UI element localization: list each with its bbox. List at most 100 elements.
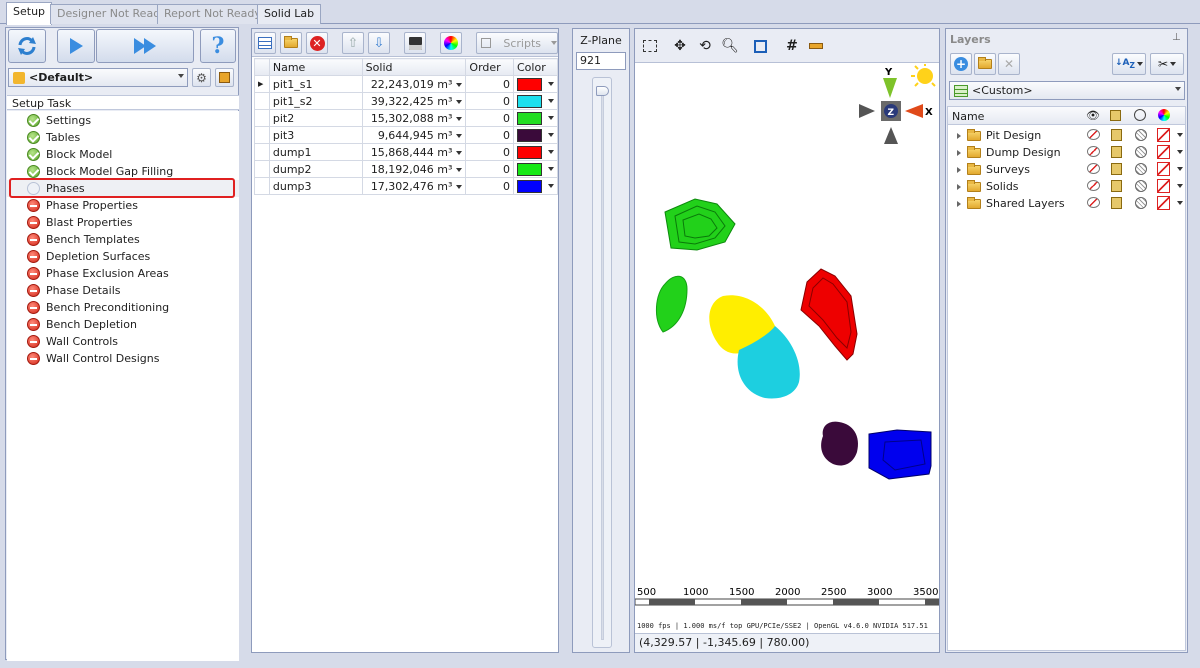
zoom-button[interactable]: 🔍︎ — [719, 35, 741, 57]
cell-color[interactable] — [513, 143, 558, 161]
chevron-down-icon[interactable] — [548, 184, 554, 189]
cell-order[interactable]: 0 — [465, 126, 514, 144]
task-phase-exclusion-areas[interactable]: Phase Exclusion Areas — [7, 265, 239, 282]
cell-solid[interactable]: 9,644,945 m³ — [361, 126, 467, 144]
lock-icon[interactable] — [1111, 197, 1122, 209]
rotate-button[interactable]: ⟲ — [694, 35, 716, 57]
run-button[interactable] — [57, 29, 95, 63]
chevron-down-icon[interactable] — [456, 150, 463, 155]
add-folder-button[interactable] — [974, 53, 996, 75]
cell-order[interactable]: 0 — [465, 177, 514, 195]
add-layer-button[interactable]: + — [950, 53, 972, 75]
solid-pit3[interactable] — [821, 421, 859, 466]
task-bench-depletion[interactable]: Bench Depletion — [7, 316, 239, 333]
wireframe-icon[interactable] — [1135, 146, 1147, 158]
color-wheel-button[interactable] — [440, 32, 462, 54]
wireframe-icon[interactable] — [1135, 180, 1147, 192]
task-wall-control-designs[interactable]: Wall Control Designs — [7, 350, 239, 367]
chevron-down-icon[interactable] — [548, 116, 554, 121]
chevron-down-icon[interactable] — [548, 82, 554, 87]
task-settings[interactable]: Settings — [7, 112, 239, 129]
col-color[interactable]: Color — [513, 58, 558, 76]
task-bench-templates[interactable]: Bench Templates — [7, 231, 239, 248]
color-swatch[interactable] — [517, 145, 542, 159]
ruler-button[interactable] — [805, 35, 827, 57]
tab-setup[interactable]: Setup — [6, 2, 53, 25]
layers-col-name[interactable]: Name — [952, 110, 984, 123]
layer-row-dump-design[interactable]: Dump Design — [949, 144, 1187, 161]
chevron-down-icon[interactable] — [456, 82, 463, 87]
chevron-down-icon[interactable] — [456, 133, 463, 138]
cell-solid[interactable]: 15,868,444 m³ — [361, 143, 467, 161]
expand-icon[interactable] — [957, 149, 961, 156]
tab-report[interactable]: Report Not Ready — [157, 4, 268, 24]
chevron-down-icon[interactable] — [548, 167, 554, 172]
expand-icon[interactable] — [957, 132, 961, 139]
col-solid[interactable]: Solid — [361, 58, 467, 76]
chevron-down-icon[interactable] — [456, 99, 463, 104]
chevron-down-icon[interactable] — [456, 167, 463, 172]
wireframe-icon[interactable] — [1135, 197, 1147, 209]
solid-pit2[interactable] — [664, 198, 736, 251]
move-up-button[interactable]: ⇧ — [342, 32, 364, 54]
col-name[interactable]: Name — [268, 58, 363, 76]
lock-icon[interactable] — [1111, 163, 1122, 175]
cell-name[interactable]: dump1 — [268, 143, 363, 161]
hidden-eye-icon[interactable] — [1087, 163, 1100, 174]
solid-dump3[interactable] — [868, 429, 932, 480]
scenario-settings-button[interactable]: ⚙ — [192, 68, 211, 87]
color-swatch[interactable] — [517, 179, 542, 193]
zoom-extents-button[interactable] — [749, 35, 771, 57]
layer-filter-select[interactable]: <Custom> — [949, 81, 1185, 100]
cell-color[interactable] — [513, 109, 558, 127]
cell-order[interactable]: 0 — [465, 92, 514, 110]
cell-name[interactable]: pit1_s2 — [268, 92, 363, 110]
tab-designer[interactable]: Designer Not Ready — [50, 4, 174, 24]
task-wall-controls[interactable]: Wall Controls — [7, 333, 239, 350]
scenario-save-button[interactable] — [215, 68, 234, 87]
cell-name[interactable]: dump2 — [268, 160, 363, 178]
color-swatch[interactable] — [517, 111, 542, 125]
task-tables[interactable]: Tables — [7, 129, 239, 146]
z-plane-slider[interactable] — [592, 77, 612, 648]
pin-icon[interactable]: ⊥ — [1172, 32, 1181, 43]
cell-color[interactable] — [513, 126, 558, 144]
table-row[interactable]: pit2 15,302,088 m³ 0 — [254, 109, 558, 127]
layer-row-pit-design[interactable]: Pit Design — [949, 127, 1187, 144]
cell-solid[interactable]: 15,302,088 m³ — [361, 109, 467, 127]
z-plane-input[interactable]: 921 — [576, 52, 626, 70]
chevron-down-icon[interactable] — [1177, 167, 1183, 171]
color-none-swatch[interactable] — [1157, 162, 1170, 176]
grid-toggle-button[interactable]: # — [781, 35, 803, 57]
move-down-button[interactable]: ⇩ — [368, 32, 390, 54]
chevron-down-icon[interactable] — [1177, 150, 1183, 154]
save-button[interactable] — [404, 32, 426, 54]
run-all-button[interactable] — [96, 29, 194, 63]
task-bench-preconditioning[interactable]: Bench Preconditioning — [7, 299, 239, 316]
remove-layer-button[interactable]: ✕ — [998, 53, 1020, 75]
chevron-down-icon[interactable] — [1177, 184, 1183, 188]
expand-icon[interactable] — [957, 200, 961, 207]
color-swatch[interactable] — [517, 77, 542, 91]
table-row[interactable]: pit3 9,644,945 m³ 0 — [254, 126, 558, 144]
scripts-button[interactable]: Scripts — [476, 32, 558, 54]
hidden-eye-icon[interactable] — [1087, 146, 1100, 157]
table-row[interactable]: dump1 15,868,444 m³ 0 — [254, 143, 558, 161]
layer-row-solids[interactable]: Solids — [949, 178, 1187, 195]
cell-order[interactable]: 0 — [465, 160, 514, 178]
cell-solid[interactable]: 18,192,046 m³ — [361, 160, 467, 178]
table-row[interactable]: dump3 17,302,476 m³ 0 — [254, 177, 558, 195]
task-block-model[interactable]: Block Model — [7, 146, 239, 163]
wireframe-icon[interactable] — [1135, 129, 1147, 141]
cell-color[interactable] — [513, 160, 558, 178]
cell-name[interactable]: pit2 — [268, 109, 363, 127]
solid-dump2[interactable] — [656, 275, 688, 333]
table-row[interactable]: ▶ pit1_s1 22,243,019 m³ 0 — [254, 75, 558, 93]
sort-button[interactable]: ↓AZ — [1112, 53, 1146, 75]
chevron-down-icon[interactable] — [1177, 201, 1183, 205]
3d-viewport[interactable]: ✥ ⟲ 🔍︎ # Y Z X 500 1000 1500 2000 2500 3… — [634, 28, 940, 653]
color-swatch[interactable] — [517, 94, 542, 108]
z-plane-slider-thumb[interactable] — [596, 86, 609, 96]
cell-solid[interactable]: 17,302,476 m³ — [361, 177, 467, 195]
chevron-down-icon[interactable] — [548, 150, 554, 155]
